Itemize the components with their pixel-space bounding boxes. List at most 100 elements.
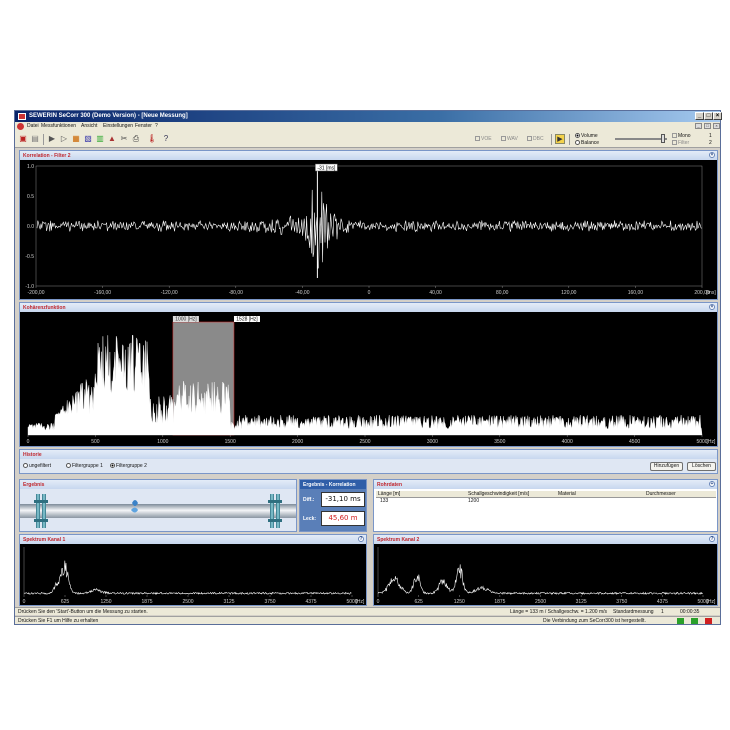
menu-fenster[interactable]: Fenster [135, 123, 152, 129]
korrelation-x-unit: [ms] [706, 290, 716, 296]
play-icon[interactable]: ▶ [47, 134, 57, 144]
loeschen-button[interactable]: Löschen [687, 462, 716, 471]
korrelation-close-icon[interactable]: × [709, 152, 715, 158]
table-row[interactable]: 133 1200 [376, 498, 716, 505]
korrelation-x-tick: -160,00 [94, 290, 111, 296]
spektrum1-series-line [23, 560, 352, 595]
korrelation-x-tick: -120,00 [161, 290, 178, 296]
spektrum2-x-tick: 2500 [535, 599, 546, 605]
status-lamp-green-1 [677, 618, 684, 624]
mdi-close-button[interactable]: × [713, 123, 720, 129]
filter-checkbox[interactable]: Filter [672, 140, 689, 146]
kohaerenz-header: Kohärenzfunktion × [20, 303, 717, 312]
doc-icon [17, 123, 24, 130]
minimize-button[interactable]: _ [695, 112, 704, 120]
hinzufuegen-button[interactable]: Hinzufügen [650, 462, 683, 471]
kohaerenz-panel: Kohärenzfunktion × 0 500 1000 1500 2000 2500 3… [19, 302, 718, 447]
dbc-checkbox[interactable]: DBC [527, 136, 544, 142]
status-bar-2: Drücken Sie F1 um Hilfe zu erhalten Die … [15, 616, 720, 624]
spektrum2-x-tick: 625 [414, 599, 423, 605]
print-icon[interactable]: ⎙ [131, 134, 141, 144]
close-button[interactable]: × [713, 112, 722, 120]
korrelation-y-tick: -0.5 [25, 254, 34, 260]
rohrdaten-expand-icon[interactable]: + [709, 481, 715, 487]
new-measurement-icon[interactable]: ▣ [18, 134, 28, 144]
korrelation-y-tick: 0.0 [27, 224, 34, 230]
historie-header: Historie [20, 450, 717, 459]
spektrum1-x-tick: 3750 [264, 599, 275, 605]
step-icon[interactable]: ▷ [59, 134, 69, 144]
volume-slider-thumb[interactable] [661, 134, 665, 143]
spektrum1-x-tick: 1250 [100, 599, 111, 605]
kohaerenz-x-tick: 1000 [157, 439, 168, 445]
help-icon[interactable]: ? [161, 134, 171, 144]
settings-icon[interactable]: ▧ [83, 134, 93, 144]
mono-checkbox[interactable]: Mono [672, 133, 691, 139]
speaker-icon[interactable]: ▶ [555, 134, 565, 144]
status-lamp-green-2 [691, 618, 698, 624]
chart-icon[interactable]: ▥ [95, 134, 105, 144]
menu-messfunktionen[interactable]: Messfunktionen [41, 123, 76, 129]
open-icon[interactable]: ▤ [30, 134, 40, 144]
spektrum1-x-tick: 2500 [182, 599, 193, 605]
mdi-restore-button[interactable]: □ [704, 123, 711, 129]
korrelation-plot[interactable]: 1.0 0.5 0.0 -0.5 -1.0 -200,00 -160,00 -120,00 -8… [20, 160, 717, 299]
mdi-minimize-button[interactable]: _ [695, 123, 702, 129]
spektrum2-series-line [377, 564, 703, 596]
menu-datei[interactable]: Datei [27, 123, 39, 129]
historie-radio-filtergruppe-2[interactable]: Filtergruppe 2 [110, 463, 147, 469]
korrelation-marker-label: -31 [ms] [317, 166, 336, 172]
kohaerenz-plot[interactable]: 0 500 1000 1500 2000 2500 3000 3500 4000 4500 5000… [20, 312, 717, 446]
status-message: Drücken Sie den 'Start'-Button um die Me… [18, 609, 148, 615]
tools-icon[interactable]: ✂ [119, 134, 129, 144]
spektrum2-close-icon[interactable]: ? [709, 536, 715, 542]
kohaerenz-close-icon[interactable]: × [709, 304, 715, 310]
export-icon[interactable]: ▦ [71, 134, 81, 144]
spektrum1-title: Spektrum Kanal 1 [23, 537, 66, 543]
col-laenge[interactable]: Länge [m] [378, 491, 400, 497]
spektrum2-x-tick: 3750 [616, 599, 627, 605]
menu-help[interactable]: ? [155, 123, 158, 129]
app-window: SEWERIN SeCorr 300 (Demo Version) - [Neu… [14, 110, 722, 625]
korrelation-y-tick: 0.5 [27, 194, 34, 200]
spektrum2-x-tick: 0 [377, 599, 380, 605]
thermometer-icon[interactable]: 🌡 [147, 134, 157, 144]
mic-icon[interactable]: ▲ [107, 134, 117, 144]
wav-checkbox[interactable]: WAV [501, 136, 518, 142]
maximize-button[interactable]: □ [704, 112, 713, 120]
kohaerenz-x-tick: 3500 [494, 439, 505, 445]
menu-bar: Datei Messfunktionen Ansicht Einstellung… [15, 122, 720, 131]
korrelation-x-tick: -200,00 [28, 290, 45, 296]
volume-slider-track[interactable] [615, 138, 667, 140]
spektrum2-x-tick: 3125 [576, 599, 587, 605]
korrelation-x-tick: 120,00 [561, 290, 577, 296]
volume-radio[interactable]: Volume [575, 133, 598, 139]
rohrdaten-header-row: Länge [m] Schallgeschwindigkeit [m/s] Ma… [376, 491, 716, 498]
historie-radio-filtergruppe-1[interactable]: Filtergruppe 1 [66, 463, 103, 469]
korrelation-x-tick: 160,00 [628, 290, 644, 296]
balance-radio[interactable]: Balance [575, 140, 599, 146]
korrelation-panel: Korrelation - Filter 2 × 1.0 0.5 0.0 -0.5 -1… [19, 150, 718, 300]
voe-checkbox[interactable]: VOE [475, 136, 492, 142]
menu-ansicht[interactable]: Ansicht [81, 123, 97, 129]
kohaerenz-x-tick: 2500 [359, 439, 370, 445]
korrelation-x-tick: 40,00 [429, 290, 442, 296]
col-durchmesser[interactable]: Durchmesser [646, 491, 676, 497]
diff-label: Diff.: [303, 497, 315, 503]
status-lamp-red [705, 618, 712, 624]
historie-radio-ungefiltert[interactable]: ungefiltert [23, 463, 51, 469]
spektrum1-plot[interactable]: 0 625 1250 1875 2500 3125 3750 4375 5000 [Hz] [20, 544, 366, 605]
leck-value: 45,60 m [321, 511, 365, 526]
spektrum1-close-icon[interactable]: ? [358, 536, 364, 542]
ergebnis-korrelation-title: Ergebnis - Korrelation [303, 482, 356, 488]
spektrum2-plot[interactable]: 0 625 1250 1875 2500 3125 3750 4375 5000 [Hz] [374, 544, 717, 605]
spektrum2-title: Spektrum Kanal 2 [377, 537, 420, 543]
spektrum1-x-unit: [Hz] [356, 599, 366, 605]
ergebnis-header: Ergebnis [20, 480, 296, 489]
menu-einstellungen[interactable]: Einstellungen [103, 123, 133, 129]
col-material[interactable]: Material [558, 491, 576, 497]
spektrum2-x-unit: [Hz] [707, 599, 717, 605]
spektrum1-header: Spektrum Kanal 1 ? [20, 535, 366, 544]
col-schallgeschwindigkeit[interactable]: Schallgeschwindigkeit [m/s] [468, 491, 529, 497]
kohaerenz-x-unit: [Hz] [707, 439, 717, 445]
